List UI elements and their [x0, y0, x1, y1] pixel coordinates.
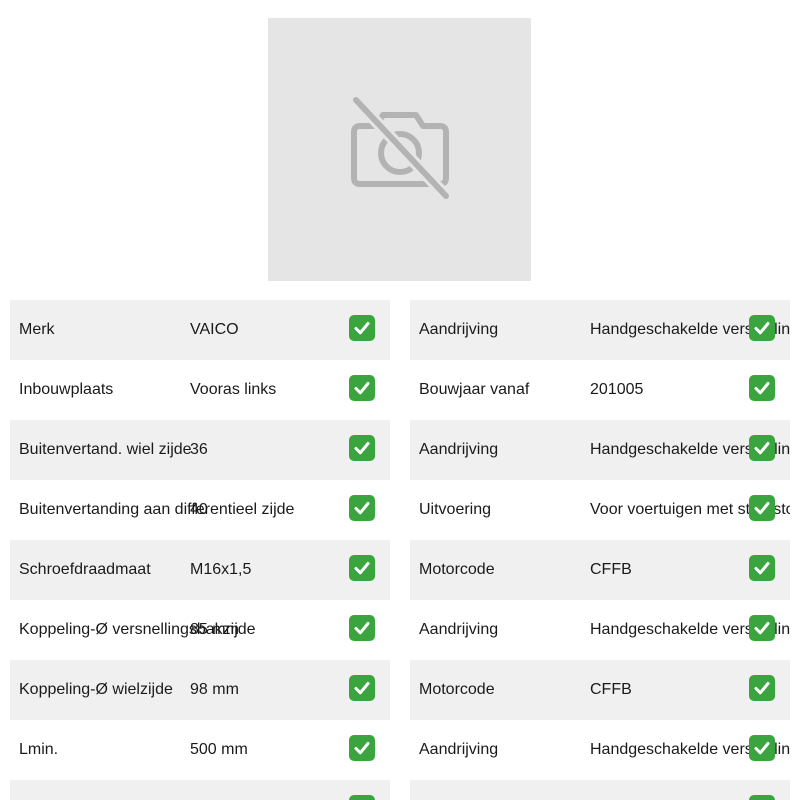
product-page: Merk VAICO Inbouwplaats Vooras links Buitenv… — [0, 0, 800, 800]
spec-value: VAICO — [190, 321, 239, 338]
spec-row: AandrijvingHandgeschakelde versnellingsb… — [410, 420, 790, 480]
check-icon — [749, 435, 775, 461]
check-icon — [749, 735, 775, 761]
check-icon — [349, 375, 375, 401]
spec-value: CFFB — [590, 561, 632, 578]
spec-value: 98 mm — [190, 681, 239, 698]
spec-label: Koppeling-Ø wielzijde — [19, 681, 173, 698]
check-icon — [349, 495, 375, 521]
spec-value: 40 — [190, 501, 208, 518]
check-icon — [349, 315, 375, 341]
spec-row: Lmin. 500 mm — [10, 720, 390, 780]
check-icon — [749, 315, 775, 341]
check-icon — [349, 795, 375, 800]
spec-row: Motorcode CFFB — [410, 660, 790, 720]
spec-row: Buitenvertand. wiel zijde 36 — [10, 420, 390, 480]
spec-label: Motorcode — [419, 681, 495, 698]
spec-label: Aandrijving — [419, 321, 499, 338]
spec-row: Koppeling-Ø wielzijde 98 mm — [10, 660, 390, 720]
spec-label: Aandrijving — [419, 441, 499, 458]
spec-value: 201005 — [590, 381, 644, 398]
spec-label: Buitenvertanding aan differentieel zijde — [19, 501, 295, 518]
spec-value: M16x1,5 — [190, 561, 252, 578]
spec-label: Bouwjaar vanaf — [419, 381, 530, 398]
spec-value: CFFB — [590, 681, 632, 698]
spec-label: Inbouwplaats — [19, 381, 114, 398]
spec-value: 36 — [190, 441, 208, 458]
spec-row: UitvoeringVoor voertuigen met start/stop… — [410, 480, 790, 540]
check-icon — [749, 615, 775, 641]
spec-row: Buitenvertanding aan differentieel zijde… — [10, 480, 390, 540]
spec-label: Aandrijving — [419, 741, 499, 758]
spec-value: 85 mm — [190, 621, 239, 638]
check-icon — [349, 555, 375, 581]
spec-label: Motorcode — [419, 561, 495, 578]
spec-label: Schroefdraadmaat — [19, 561, 151, 578]
spec-row: AandrijvingHandgeschakelde versnellingsb… — [410, 300, 790, 360]
spec-value: 500 mm — [190, 741, 248, 758]
check-icon — [749, 495, 775, 521]
spec-row: Merk VAICO — [10, 300, 390, 360]
spec-label: Aandrijving — [419, 621, 499, 638]
spec-row: Inbouwplaats Vooras links — [10, 360, 390, 420]
spec-label: Buitenvertand. wiel zijde — [19, 441, 192, 458]
product-image-placeholder — [268, 18, 531, 281]
spec-row: AandrijvingHandgeschakelde versnellingsb… — [410, 720, 790, 780]
check-icon — [349, 675, 375, 701]
spec-label: Lmin. — [19, 741, 59, 758]
check-icon — [749, 555, 775, 581]
check-icon — [349, 735, 375, 761]
spec-value: Vooras links — [190, 381, 277, 398]
check-icon — [749, 795, 775, 800]
spec-table-right: AandrijvingHandgeschakelde versnellingsb… — [410, 300, 790, 800]
check-icon — [749, 675, 775, 701]
spec-label: Merk — [19, 321, 55, 338]
spec-row: Koppeling-Ø versnellingsbakzijde 85 mm — [10, 600, 390, 660]
spec-row: AandrijvingHandgeschakelde versnellingsb… — [410, 600, 790, 660]
spec-row: Schroefdraadmaat M16x1,5 — [10, 540, 390, 600]
check-icon — [749, 375, 775, 401]
check-icon — [349, 435, 375, 461]
spec-row: Motorcode CFFB — [410, 540, 790, 600]
check-icon — [349, 615, 375, 641]
spec-table-left: Merk VAICO Inbouwplaats Vooras links Buitenv… — [10, 300, 390, 800]
camera-off-icon — [350, 95, 450, 200]
spec-row — [410, 780, 790, 800]
spec-row: Bouwjaar vanaf 201005 — [410, 360, 790, 420]
spec-label: Uitvoering — [419, 501, 492, 518]
spec-row — [10, 780, 390, 800]
